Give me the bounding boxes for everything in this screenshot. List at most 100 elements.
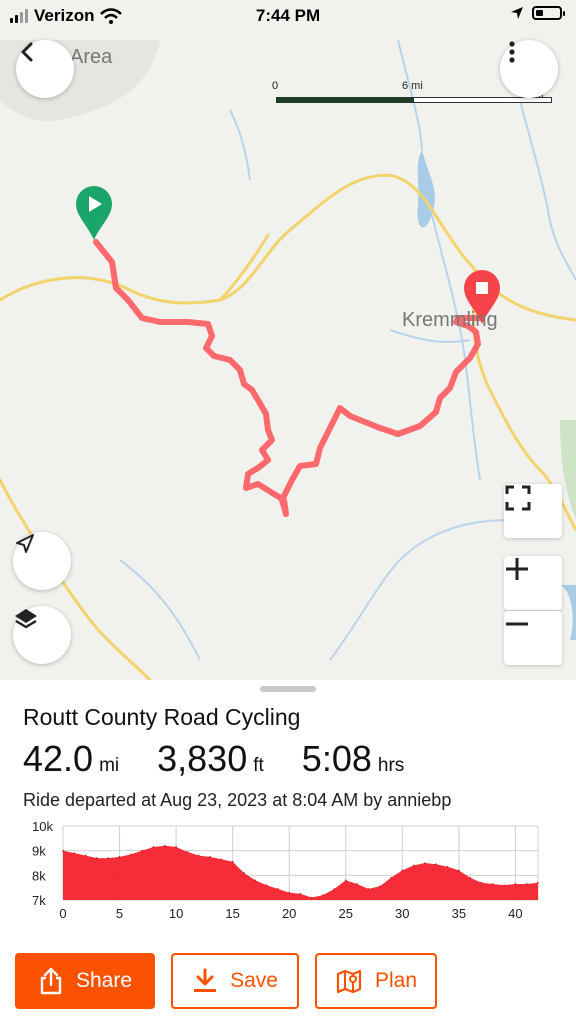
elevation-profile[interactable]: 7k 8k 9k 10k 0 5 10 15 20 25 30 35 40 <box>0 819 576 921</box>
elevation-point <box>84 854 87 857</box>
elevation-point <box>186 851 189 853</box>
elevation-point <box>412 864 415 867</box>
zoom-out-button[interactable] <box>504 611 562 665</box>
locate-button[interactable] <box>13 532 71 590</box>
elevation-point <box>73 852 76 854</box>
plan-label: Plan <box>374 969 418 992</box>
elevation-point <box>107 857 110 859</box>
scale-tick-start: 0 <box>272 80 279 92</box>
elevation-point <box>503 884 505 886</box>
download-icon <box>194 968 217 992</box>
location-arrow-icon <box>511 7 523 19</box>
elevation-point <box>401 869 404 872</box>
map-label-area: Area <box>70 46 113 68</box>
x-tick-label: 40 <box>508 906 522 920</box>
x-tick-label: 5 <box>116 906 123 920</box>
map-pin-icon <box>336 969 362 994</box>
activity-sheet: Routt County Road Cycling 42.0 mi 3,830 … <box>0 680 576 1024</box>
elevation-point <box>322 894 324 896</box>
moving-time-unit: hrs <box>377 755 405 776</box>
elevation-point <box>288 891 290 894</box>
elevation-point <box>209 856 211 858</box>
elevation-point <box>197 854 200 857</box>
navigation-arrow-icon <box>16 534 34 553</box>
route-map[interactable]: Area Kremmling 0 6 mi 12 mi <box>0 0 576 680</box>
elevation-point <box>175 846 177 848</box>
layers-icon <box>15 609 37 629</box>
elevation-point <box>152 846 155 848</box>
elevation-point <box>163 844 166 847</box>
plan-button[interactable]: Plan <box>315 953 437 1009</box>
elevation-point <box>254 879 257 882</box>
y-tick-label: 8k <box>32 868 46 883</box>
x-tick-label: 35 <box>452 906 466 920</box>
elevation-point <box>220 858 223 861</box>
sheet-drag-handle[interactable] <box>260 686 316 692</box>
back-button[interactable] <box>16 40 74 98</box>
elevation-point <box>311 896 313 899</box>
save-button[interactable]: Save <box>171 953 299 1009</box>
reservoir <box>560 585 576 640</box>
elevation-point <box>491 883 494 885</box>
status-bar: Verizon 7:44 PM <box>0 0 576 34</box>
elevation-point <box>344 879 347 882</box>
zoom-in-button[interactable] <box>504 556 562 610</box>
elevation-chart: 7k 8k 9k 10k 0 5 10 15 20 25 30 35 40 <box>32 819 539 921</box>
elevation-point <box>469 877 471 879</box>
share-icon <box>40 967 62 995</box>
chevron-left-icon <box>21 42 33 62</box>
elevation-point <box>299 893 302 895</box>
distance-value: 42.0 <box>23 738 94 779</box>
elevation-point <box>243 872 245 874</box>
distance-unit: mi <box>99 755 120 776</box>
elevation-unit: ft <box>253 755 264 776</box>
y-tick-label: 10k <box>32 820 53 834</box>
elevation-point <box>231 860 234 863</box>
battery-icon <box>532 6 565 20</box>
elevation-point <box>514 883 517 885</box>
activity-title: Routt County Road Cycling <box>23 704 301 730</box>
elevation-point <box>118 856 121 858</box>
scale-bar-fill <box>276 97 414 103</box>
fullscreen-icon <box>505 485 531 511</box>
elevation-point <box>356 883 358 885</box>
fullscreen-button[interactable] <box>504 484 562 538</box>
vertical-ellipsis-icon <box>509 41 515 63</box>
elevation-point <box>265 884 268 886</box>
elevation-point <box>458 869 460 872</box>
elevation-point <box>446 865 449 868</box>
status-time: 7:44 PM <box>255 6 321 25</box>
minus-icon <box>506 622 528 626</box>
y-tick-label: 7k <box>32 893 46 908</box>
elevation-point <box>62 849 64 852</box>
share-button[interactable]: Share <box>15 953 155 1009</box>
elevation-point <box>130 853 132 856</box>
route-line <box>93 239 483 517</box>
elevation-point <box>141 849 143 852</box>
elevation-point <box>537 881 539 884</box>
x-tick-label: 0 <box>59 906 66 920</box>
y-tick-label: 9k <box>32 844 46 859</box>
status-right <box>510 6 565 20</box>
elevation-point <box>480 881 483 884</box>
elevation-point <box>96 857 98 859</box>
x-tick-label: 25 <box>339 906 353 920</box>
moving-time-value: 5:08 <box>301 738 372 779</box>
elevation-point <box>333 888 336 890</box>
elevation-point <box>525 883 528 885</box>
x-tick-label: 30 <box>395 906 409 920</box>
x-tick-label: 15 <box>225 906 239 920</box>
elevation-point <box>390 877 392 879</box>
scale-tick-mid: 6 mi <box>402 80 423 92</box>
x-tick-label: 10 <box>169 906 183 920</box>
plus-icon <box>506 558 528 580</box>
elevation-value: 3,830 <box>157 738 248 779</box>
elevation-point <box>367 888 370 890</box>
more-options-button[interactable] <box>500 40 558 98</box>
elevation-point <box>424 862 426 864</box>
elevation-area <box>63 845 538 900</box>
roads <box>0 173 576 680</box>
layers-button[interactable] <box>13 606 71 664</box>
save-label: Save <box>230 969 278 992</box>
x-tick-label: 20 <box>282 906 296 920</box>
